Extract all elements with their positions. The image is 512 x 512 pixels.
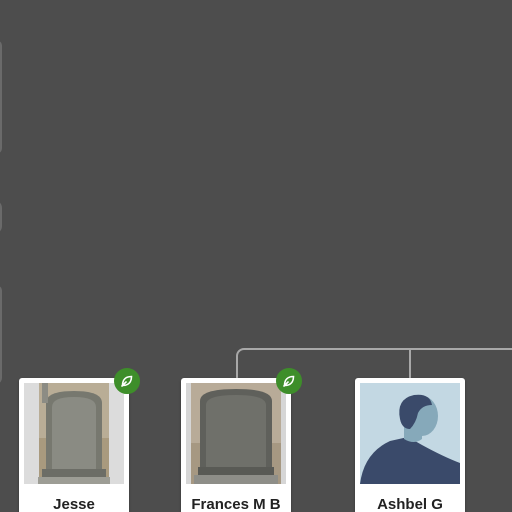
gravestone-photo bbox=[24, 383, 124, 484]
person-card-ashbel[interactable]: Ashbel G bbox=[355, 378, 465, 512]
tree-connector-line bbox=[0, 285, 2, 384]
tree-connector-line bbox=[0, 200, 2, 234]
person-card-jesse[interactable]: Jesse bbox=[19, 368, 140, 512]
child-connector-line bbox=[409, 349, 411, 378]
gravestone-photo bbox=[186, 383, 286, 484]
tree-connector-line bbox=[0, 40, 2, 154]
person-card-frances[interactable]: Frances M B bbox=[181, 368, 302, 512]
hint-badge[interactable] bbox=[276, 368, 302, 394]
person-name: Ashbel G bbox=[377, 496, 443, 512]
default-avatar-male bbox=[360, 383, 460, 484]
leaf-icon bbox=[121, 375, 133, 387]
family-tree-canvas[interactable]: Jesse Frances M B Ashbel G bbox=[0, 0, 512, 512]
person-name: Frances M B bbox=[191, 496, 281, 512]
person-name: Jesse bbox=[53, 496, 95, 512]
hint-badge[interactable] bbox=[114, 368, 140, 394]
leaf-icon bbox=[283, 375, 295, 387]
